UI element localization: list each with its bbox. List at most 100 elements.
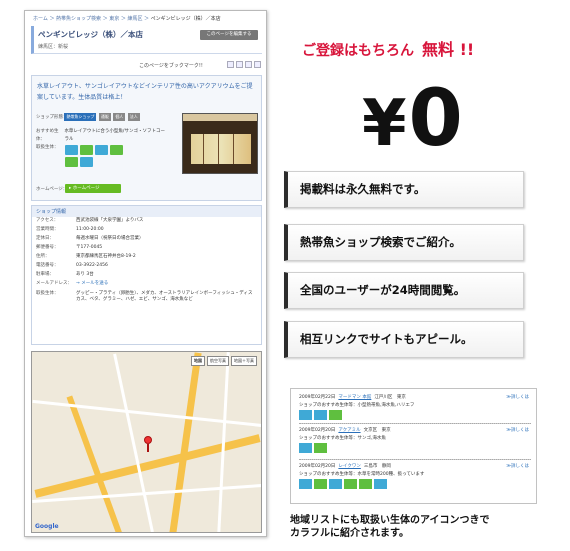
email-link[interactable]: → メールを送る <box>76 281 256 287</box>
promo-caption: 地域リストにも取扱い生体のアイコンつきで カラフルに紹介されます。 <box>290 514 490 540</box>
info-label: 電話番号： <box>36 263 59 268</box>
bookmark-service-icon[interactable] <box>227 61 234 68</box>
bookmark-text: このページをブックマーク!! <box>139 63 203 69</box>
fish-category-icon <box>299 443 312 453</box>
shop-area: 練馬区：新桜 <box>38 44 69 50</box>
fish-category-icon <box>65 145 78 155</box>
fish-icons <box>65 145 129 167</box>
shop-page-screenshot: ホーム ＞ 熱帯魚ショップ検索 ＞ 東京 ＞ 練馬区 ＞ ペンギンビレッジ（株）… <box>24 10 267 537</box>
recommend-row: おすすめ生体： 水草レイアウトに合う小型魚/サンゴ・ソフトコーラル <box>36 128 176 144</box>
caption-line: 地域リストにも取扱い生体のアイコンつきで <box>290 515 490 526</box>
shop-info-box: ショップ情報 アクセス： 西武池袋線「大泉学園」よりバス 営業時間： 11:00-2… <box>31 205 262 345</box>
fish-category-icon <box>299 479 312 489</box>
map-tab[interactable]: 地図 <box>191 356 205 366</box>
fish-category-icon <box>80 145 93 155</box>
list-fish-icons <box>299 479 531 489</box>
breadcrumb-item[interactable]: 東京 <box>109 16 119 22</box>
edit-page-button[interactable]: このページを編集する <box>200 30 258 40</box>
info-label: 駐車場： <box>36 272 54 277</box>
info-label: アクセス： <box>36 218 59 223</box>
list-fish-icons <box>299 443 531 453</box>
breadcrumb: ホーム ＞ 熱帯魚ショップ検索 ＞ 東京 ＞ 練馬区 ＞ ペンギンビレッジ（株）… <box>33 16 221 22</box>
info-value: 西武池袋線「大泉学園」よりバス <box>76 218 144 223</box>
map-tab[interactable]: 航空写真 <box>207 356 229 366</box>
map-street <box>32 399 261 428</box>
bookmark-service-icon[interactable] <box>245 61 252 68</box>
regional-list-sample: 2009年02月22日 マードマン 本館 江戸川区 東京 ≫詳しくは ショップのおす… <box>290 388 537 504</box>
handled-fish-label: 取扱生体： <box>36 145 59 150</box>
promo-headline: ご登録はもちろん 無料 !! <box>302 36 474 60</box>
list-date: 2009年02月20日 <box>299 464 336 469</box>
list-date: 2009年02月20日 <box>299 428 336 433</box>
list-more-link[interactable]: ≫詳しくは <box>506 394 529 400</box>
fish-category-icon <box>314 479 327 489</box>
list-more-link[interactable]: ≫詳しくは <box>506 463 529 469</box>
bookmark-service-icon[interactable] <box>236 61 243 68</box>
info-value: あり 3台 <box>76 272 94 277</box>
promo-panel: ご登録はもちろん 無料 !! ¥0 掲載料は永久無料です。 熱帯魚ショップ検索でご… <box>284 0 570 551</box>
bookmark-service-icon[interactable] <box>254 61 261 68</box>
feature-point: 掲載料は永久無料です。 <box>284 171 524 208</box>
breadcrumb-item[interactable]: 熱帯魚ショップ検索 <box>56 16 101 22</box>
list-area: 江戸川区 東京 <box>374 395 406 400</box>
list-date: 2009年02月22日 <box>299 395 336 400</box>
list-desc: ショップのおすすめ生体等：小型熱帯魚,海水魚,ハリエフ <box>299 403 415 408</box>
list-more-link[interactable]: ≫詳しくは <box>506 427 529 433</box>
feature-point: 全国のユーザーが24時間閲覧。 <box>284 272 524 309</box>
info-label: 取扱生体： <box>36 291 59 296</box>
shop-title-box: ペンギンビレッジ（株）／本店 練馬区：新桜 このページを編集する <box>31 26 262 54</box>
divider <box>299 459 531 460</box>
feature-point: 熱帯魚ショップ検索でご紹介。 <box>284 224 524 261</box>
fish-category-icon <box>110 145 123 155</box>
info-value: 03-3922-2456 <box>76 263 108 268</box>
fish-category-icon <box>344 479 357 489</box>
homepage-button-label: ホームページ <box>72 186 100 191</box>
list-shop-name[interactable]: マードマン 本館 <box>338 395 371 400</box>
shop-type-tag: 個人 <box>113 113 126 121</box>
yen-symbol: ¥ <box>362 87 407 161</box>
shop-type-tag: 熱帯魚ショップ <box>64 113 97 121</box>
promo-headline-text: ご登録はもちろん <box>302 43 414 59</box>
info-label: 営業時間： <box>36 227 59 232</box>
fish-category-icon <box>65 157 78 167</box>
bookmark-icons <box>227 61 261 68</box>
list-area: 三島市 静岡 <box>363 464 391 469</box>
breadcrumb-item[interactable]: 練馬区 <box>127 16 142 22</box>
list-desc: ショップのおすすめ生体等：サンゴ,海水魚 <box>299 436 386 441</box>
fish-category-icon <box>95 145 108 155</box>
price-value: 0 <box>408 74 463 164</box>
shop-type-row: ショップ形態： 熱帯魚ショップ 通販 個人 法人 <box>36 113 141 121</box>
homepage-row: ホームページ： <box>36 186 67 192</box>
shop-map[interactable]: 地図 航空写真 地図＋写真 Google <box>31 351 262 533</box>
homepage-button[interactable]: ▸ ホームページ <box>65 184 121 193</box>
list-shop-name[interactable]: レイクワン <box>338 464 360 469</box>
feature-point: 相互リンクでサイトもアピール。 <box>284 321 524 358</box>
info-label: 郵便番号： <box>36 245 59 250</box>
list-area: 文京区 東京 <box>363 428 391 433</box>
info-label: 住所： <box>36 254 50 259</box>
fish-category-icon <box>329 410 342 420</box>
map-tab[interactable]: 地図＋写真 <box>231 356 257 366</box>
info-value: 毎週水曜日（祝祭日の場合営業） <box>76 236 144 241</box>
handled-fish-row: 取扱生体： <box>36 144 63 150</box>
info-value: 11:00-20:00 <box>76 227 104 232</box>
breadcrumb-item[interactable]: ホーム <box>33 16 48 22</box>
shop-window-light <box>191 134 251 164</box>
info-value: グッピー・プラティ（卵胎生）、メダカ、オーストラリアレインボーフィッシュ・ディス… <box>76 291 253 302</box>
catch-copy: 水草レイアウト、サンゴレイアウトなどインテリア性の高いアクアリウムをご提案してい… <box>37 83 253 101</box>
list-item: 2009年02月22日 マードマン 本館 江戸川区 東京 ≫詳しくは ショップのおす… <box>299 394 531 420</box>
map-road <box>169 352 202 532</box>
list-shop-name[interactable]: アクアミル <box>338 428 360 433</box>
fish-category-icon <box>374 479 387 489</box>
recommend-label: おすすめ生体： <box>36 129 59 142</box>
price-display: ¥0 <box>362 74 463 164</box>
window-frame <box>203 134 204 164</box>
shop-photo <box>182 113 258 174</box>
divider <box>299 423 531 424</box>
fish-category-icon <box>314 410 327 420</box>
map-provider-logo: Google <box>35 523 59 530</box>
map-marker-icon[interactable] <box>144 436 152 444</box>
shop-type-tag: 通販 <box>98 113 111 121</box>
info-label: 定休日： <box>36 236 54 241</box>
info-value: 〒177-0045 <box>76 245 103 250</box>
